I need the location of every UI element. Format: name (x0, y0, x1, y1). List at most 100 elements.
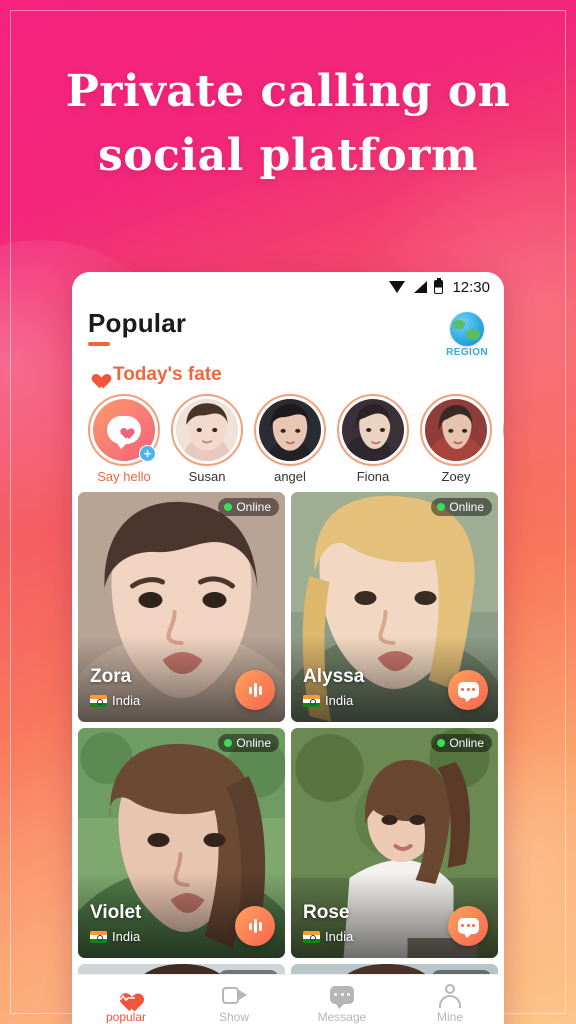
user-card-grid: Online Zora India Online Alyssa India On… (72, 488, 504, 1024)
portrait-angel (259, 399, 321, 461)
card-user-name: Alyssa (303, 666, 365, 687)
battery-icon (434, 278, 444, 294)
status-bar: 12:30 (72, 272, 504, 302)
app-header: Popular REGION (72, 302, 504, 358)
status-label: Online (449, 736, 484, 750)
story-item-a[interactable]: a (503, 394, 504, 484)
heart-icon (88, 366, 107, 385)
chat-bubble-icon (457, 918, 479, 938)
page-title-wrap: Popular (88, 308, 186, 346)
story-label: Susan (188, 469, 226, 484)
user-card-violet[interactable]: Online Violet India (78, 728, 285, 958)
message-button[interactable] (448, 906, 488, 946)
avatar (425, 399, 487, 461)
tab-message[interactable]: Message (288, 983, 396, 1024)
phone-mockup: 12:30 Popular REGION Today's fate + Say … (72, 272, 504, 1024)
status-badge: Online (218, 734, 279, 752)
story-item-angel[interactable]: angel (254, 394, 326, 484)
card-location-label: India (325, 929, 354, 944)
india-flag-icon (303, 694, 320, 707)
status-label: Online (236, 736, 271, 750)
user-card-alyssa[interactable]: Online Alyssa India (291, 492, 498, 722)
story-label: a (503, 469, 504, 484)
story-item-say-hello[interactable]: + Say hello (88, 394, 160, 484)
page-title: Popular (88, 308, 187, 338)
india-flag-icon (303, 930, 320, 943)
story-label: angel (274, 469, 306, 484)
status-badge: Online (218, 498, 279, 516)
india-flag-icon (90, 694, 107, 707)
user-card-rose[interactable]: Online Rose India (291, 728, 498, 958)
avatar (176, 399, 238, 461)
story-item-zoey[interactable]: Zoey (420, 394, 492, 484)
card-user-name: Zora (90, 666, 132, 687)
story-label: Zoey (441, 469, 471, 484)
story-ring (420, 394, 492, 466)
avatar (259, 399, 321, 461)
video-camera-icon (221, 983, 247, 1007)
story-item-fiona[interactable]: Fiona (337, 394, 409, 484)
portrait-susan (176, 399, 238, 461)
wifi-icon (389, 281, 406, 293)
headline-line-1: Private calling on (65, 66, 511, 117)
tab-label: Mine (436, 1010, 463, 1024)
online-dot-icon (224, 503, 233, 511)
voice-wave-icon (244, 918, 266, 934)
story-label: Say hello (97, 469, 151, 484)
card-location-label: India (325, 693, 354, 708)
story-ring: + (88, 394, 160, 466)
globe-icon (450, 312, 485, 346)
tab-label: Show (218, 1010, 250, 1024)
person-icon (439, 983, 461, 1008)
bottom-tab-bar: popular Show Message Mine (72, 974, 504, 1024)
card-location: India (90, 929, 140, 944)
status-badge: Online (431, 498, 492, 516)
tab-popular[interactable]: popular (72, 983, 180, 1024)
tab-mine[interactable]: Mine (396, 983, 504, 1024)
status-badge: Online (431, 734, 492, 752)
title-underline (88, 342, 110, 346)
tab-label: Message (317, 1010, 367, 1024)
user-card-zora[interactable]: Online Zora India (78, 492, 285, 722)
tab-label: popular (105, 1010, 147, 1024)
voice-call-button[interactable] (235, 906, 275, 946)
headline-line-2: social platform (98, 129, 478, 181)
card-user-name: Rose (303, 902, 350, 923)
card-user-name: Violet (90, 902, 142, 923)
india-flag-icon (90, 930, 107, 943)
status-clock: 12:30 (452, 278, 490, 296)
story-ring (337, 394, 409, 466)
region-button[interactable]: REGION (446, 308, 488, 358)
card-location-label: India (112, 693, 141, 708)
pulse-heart-icon (114, 983, 138, 1007)
card-location: India (303, 693, 353, 708)
promo-headline: Private calling on social platform (0, 60, 576, 188)
voice-call-button[interactable] (235, 670, 275, 710)
stories-strip[interactable]: + Say hello Susan angel Fiona Zoey (72, 388, 504, 488)
online-dot-icon (224, 739, 233, 747)
region-label: REGION (446, 347, 488, 358)
todays-fate-label: Today's fate (113, 364, 222, 385)
story-label: Fiona (356, 469, 390, 484)
add-icon[interactable]: + (139, 445, 156, 462)
status-label: Online (236, 500, 271, 514)
todays-fate-row[interactable]: Today's fate (72, 358, 504, 388)
chat-bubble-icon (457, 682, 479, 702)
card-location-label: India (112, 929, 141, 944)
story-item-susan[interactable]: Susan (171, 394, 243, 484)
story-ring (503, 394, 504, 466)
card-location: India (90, 693, 140, 708)
signal-icon (412, 281, 428, 293)
message-button[interactable] (448, 670, 488, 710)
status-label: Online (449, 500, 484, 514)
online-dot-icon (437, 739, 446, 747)
chat-bubble-icon (330, 983, 354, 1009)
tab-show[interactable]: Show (180, 983, 288, 1024)
avatar (342, 399, 404, 461)
card-location: India (303, 929, 353, 944)
story-ring (254, 394, 326, 466)
portrait-fiona (342, 399, 404, 461)
online-dot-icon (437, 503, 446, 511)
story-ring (171, 394, 243, 466)
portrait-zoey (425, 399, 487, 461)
